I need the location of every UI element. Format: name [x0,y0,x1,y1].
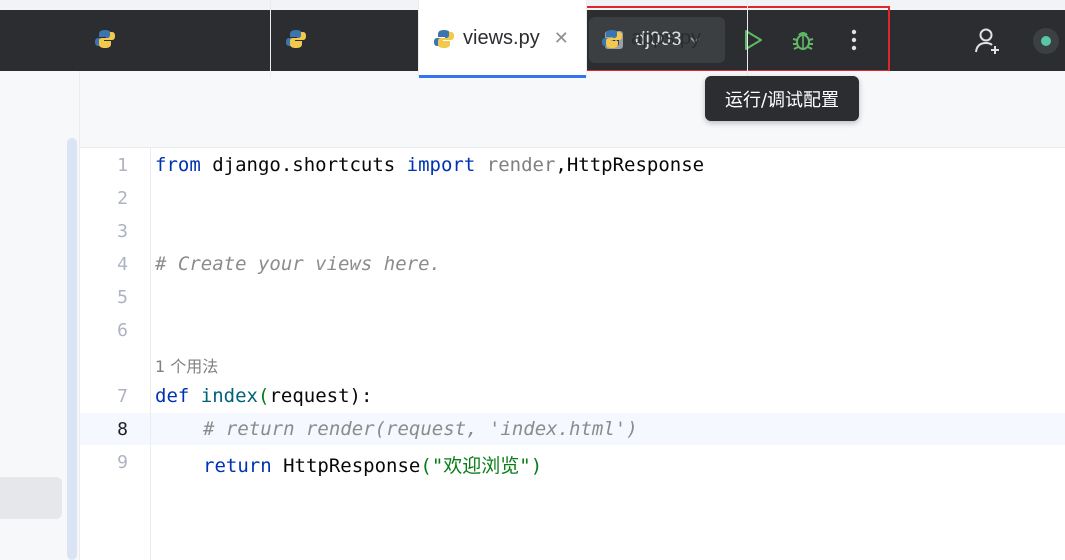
line-number: 1 [117,155,128,176]
keyword: def [155,385,190,407]
tab-label: apps.py [631,27,702,49]
function-call: HttpResponse [271,455,421,477]
tab-label: settings.py [124,27,220,49]
tooltip-run-debug-config: 运行/调试配置 [705,76,859,121]
imported-name: HttpResponse [566,154,705,176]
keyword: return [203,455,272,477]
module-name: django.shortcuts [200,154,407,176]
parameter: request [269,385,350,407]
code-editor[interactable] [80,148,1065,560]
editor-tab-bar [80,71,1065,148]
python-file-icon [95,29,115,48]
paren-close: ) [530,455,543,477]
python-file-icon [434,29,454,48]
line-number: 9 [117,452,128,473]
function-name: index [200,385,258,407]
code-line-1: from django.shortcuts import render,Http… [155,154,704,176]
line-number: 3 [117,221,128,242]
line-number-current: 8 [117,419,128,440]
tab-views-py[interactable]: views.py ✕ [419,0,587,78]
paren-open: ( [257,385,270,407]
comma: , [555,154,567,176]
paren-close: ): [349,385,373,407]
close-icon[interactable]: ✕ [554,28,569,49]
unused-import: render [475,154,556,176]
python-file-icon [602,29,622,48]
keyword: import [406,154,476,176]
line-number: 4 [117,254,128,275]
tab-label: views.py [463,27,540,49]
code-line-4-comment: # Create your views here. [155,253,441,275]
tab-urls-py[interactable]: urls.py [271,0,419,77]
line-number: 2 [117,188,128,209]
line-number: 7 [117,386,128,407]
code-line-7: def index(request): [155,385,372,407]
python-file-icon [286,29,306,48]
code-line-8-comment: # return render(request, 'index.html') [203,418,638,440]
project-panel-selected-item[interactable] [0,477,62,519]
vertical-scrollbar[interactable] [67,138,77,560]
add-user-icon[interactable] [972,25,1004,57]
tab-label: urls.py [315,27,374,49]
line-number: 5 [117,287,128,308]
tab-settings-py[interactable]: settings.py [80,0,271,77]
paren-open: ( [420,455,432,477]
tab-apps-py[interactable]: apps.py [587,0,748,77]
gutter-separator [150,148,151,560]
string-literal: "欢迎浏览" [431,455,531,477]
usage-hint[interactable]: 1 个用法 [155,353,218,377]
code-line-9: return HttpResponse("欢迎浏览") [203,451,542,478]
status-dot-icon[interactable] [1030,25,1062,57]
line-number: 6 [117,320,128,341]
keyword: from [155,154,201,176]
